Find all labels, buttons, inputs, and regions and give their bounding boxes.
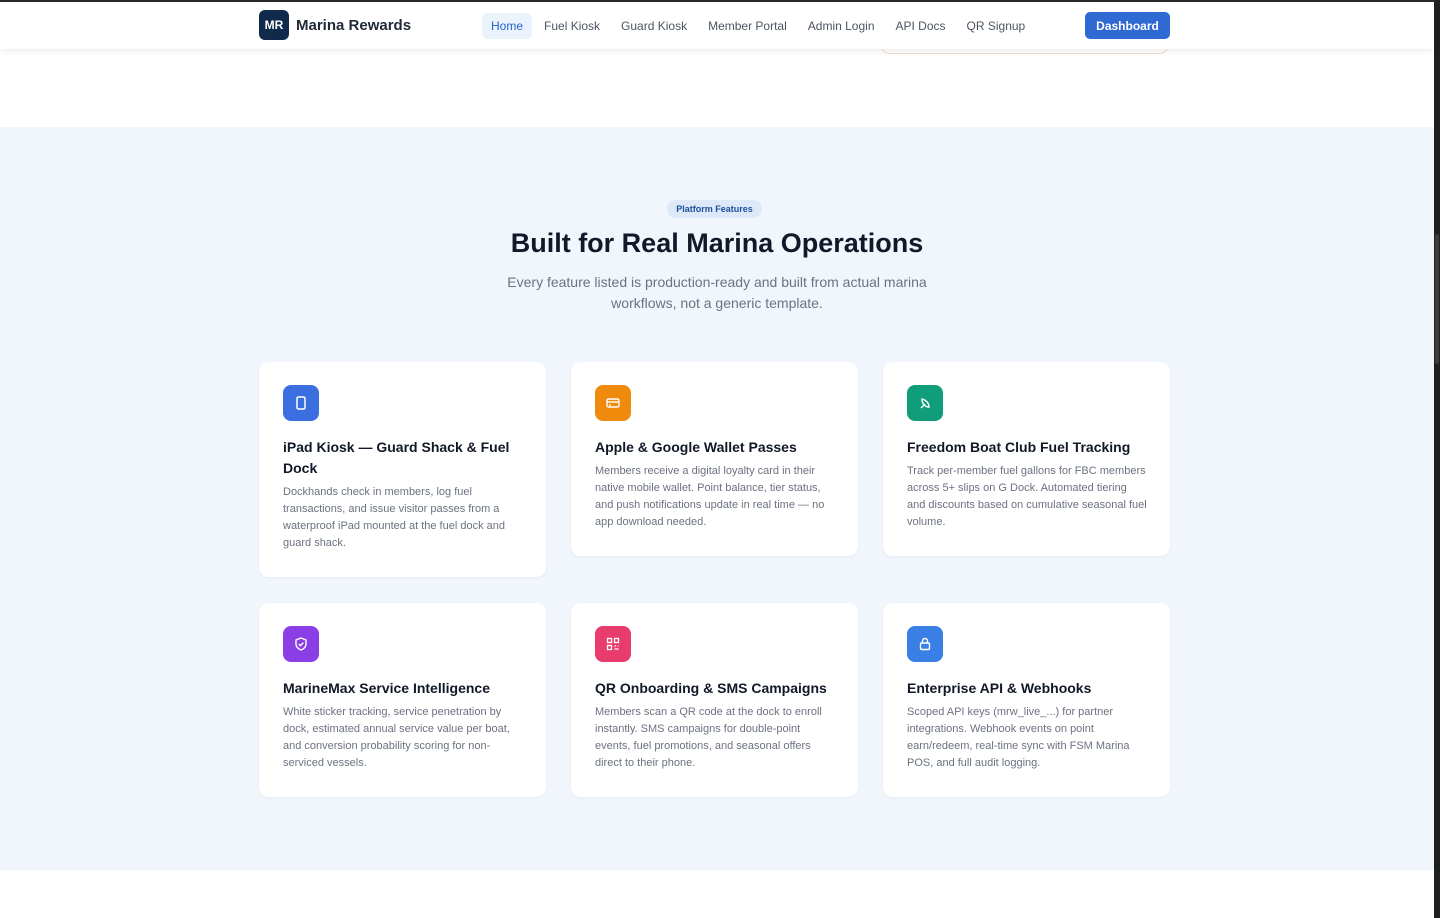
feature-card-description: White sticker tracking, service penetrat… — [283, 706, 510, 769]
nav-link-api-docs[interactable]: API Docs — [887, 13, 955, 39]
scrollbar-track[interactable] — [1434, 0, 1440, 918]
feature-card-qr-onboarding: QR Onboarding & SMS Campaigns Members sc… — [571, 603, 858, 797]
brand-name: Marina Rewards — [296, 16, 412, 34]
nav-link-qr-signup[interactable]: QR Signup — [958, 13, 1035, 39]
section-title: Built for Real Marina Operations — [510, 228, 924, 258]
feature-card-ipad-kiosk: iPad Kiosk — Guard Shack & Fuel Dock Doc… — [259, 362, 546, 577]
section-subtitle: Every feature listed is production-ready… — [507, 274, 927, 311]
scrollbar-thumb[interactable] — [1435, 234, 1439, 364]
feature-card-title: Freedom Boat Club Fuel Tracking — [907, 439, 1131, 455]
feature-card-wallet-passes: Apple & Google Wallet Passes Members rec… — [571, 362, 858, 556]
nav-link-admin-login[interactable]: Admin Login — [799, 13, 884, 39]
feature-card-description: Track per-member fuel gallons for FBC me… — [907, 465, 1147, 528]
feature-card-title: MarineMax Service Intelligence — [283, 680, 490, 696]
section-badge: Platform Features — [667, 200, 762, 218]
feature-card-description: Members receive a digital loyalty card i… — [595, 465, 825, 528]
nav-link-member-portal[interactable]: Member Portal — [699, 13, 796, 39]
lock-icon — [907, 626, 943, 662]
feature-card-description: Dockhands check in members, log fuel tra… — [283, 486, 505, 549]
feature-card-title: Apple & Google Wallet Passes — [595, 439, 797, 455]
feature-card-title: Enterprise API & Webhooks — [907, 680, 1092, 696]
tablet-icon — [283, 385, 319, 421]
nav-link-fuel-kiosk[interactable]: Fuel Kiosk — [535, 13, 609, 39]
nav-link-home[interactable]: Home — [482, 13, 533, 39]
feature-card-enterprise-api: Enterprise API & Webhooks Scoped API key… — [883, 603, 1170, 797]
nav-links: Home Fuel Kiosk Guard Kiosk Member Porta… — [482, 13, 1037, 39]
feature-card-description: Members scan a QR code at the dock to en… — [595, 706, 822, 769]
feature-card-title: iPad Kiosk — Guard Shack & Fuel Dock — [283, 439, 510, 476]
dashboard-button[interactable]: Dashboard — [1085, 12, 1170, 39]
nav-link-guard-kiosk[interactable]: Guard Kiosk — [612, 13, 696, 39]
top-navigation: MR Marina Rewards Home Fuel Kiosk Guard … — [0, 2, 1434, 49]
brand[interactable]: MR Marina Rewards — [259, 10, 411, 40]
fuel-drop-icon — [907, 385, 943, 421]
feature-card-description: Scoped API keys (mrw_live_...) for partn… — [907, 706, 1130, 769]
feature-card-fbc-fuel: Freedom Boat Club Fuel Tracking Track pe… — [883, 362, 1170, 556]
features-section: Platform Features Built for Real Marina … — [0, 127, 1434, 870]
feature-card-title: QR Onboarding & SMS Campaigns — [595, 680, 827, 696]
shield-icon — [283, 626, 319, 662]
qr-code-icon — [595, 626, 631, 662]
feature-card-marinemax: MarineMax Service Intelligence White sti… — [259, 603, 546, 797]
brand-logo: MR — [259, 10, 289, 40]
credit-card-icon — [595, 385, 631, 421]
